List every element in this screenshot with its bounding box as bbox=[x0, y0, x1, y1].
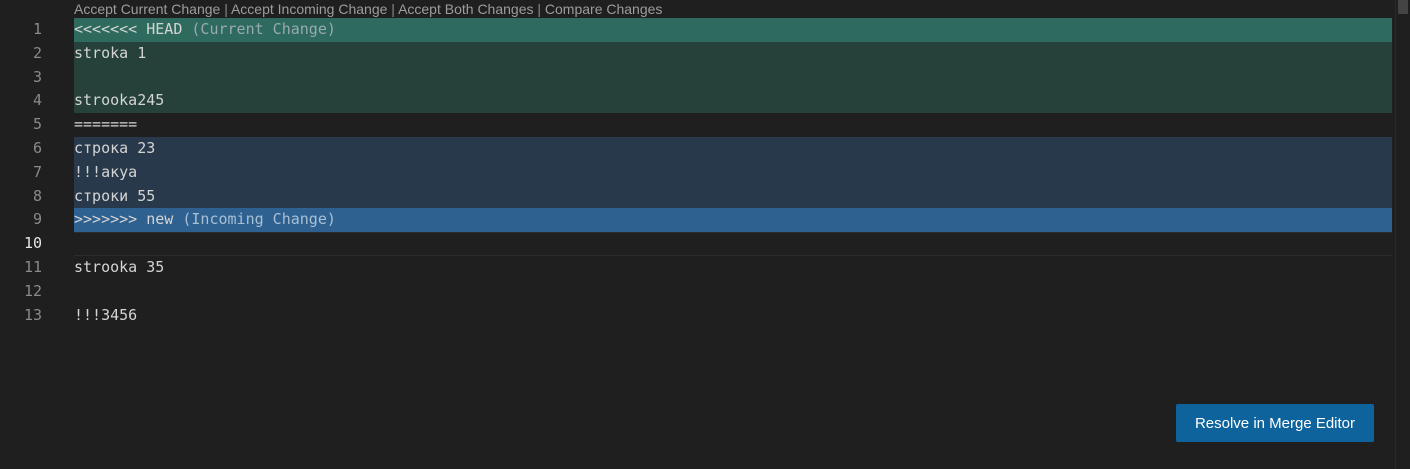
incoming-change-annotation: (Incoming Change) bbox=[173, 210, 336, 229]
line-number: 13 bbox=[23, 305, 42, 324]
line-number: 12 bbox=[23, 281, 42, 300]
codelens-separator: | bbox=[533, 1, 545, 17]
line-number: 4 bbox=[32, 91, 42, 110]
line-text: !!!акуа bbox=[74, 160, 1392, 185]
line-text bbox=[74, 280, 1392, 304]
resolve-in-merge-editor-button[interactable]: Resolve in Merge Editor bbox=[1176, 404, 1374, 442]
code-line[interactable]: 9 >>>>>>> new (Incoming Change) bbox=[0, 208, 1392, 233]
line-number: 7 bbox=[32, 162, 42, 181]
line-text: stroka 1 bbox=[74, 41, 1392, 66]
line-number: 5 bbox=[32, 115, 42, 134]
line-number: 2 bbox=[32, 43, 42, 62]
line-text: строки 55 bbox=[74, 184, 1392, 209]
compare-changes-action[interactable]: Compare Changes bbox=[545, 1, 663, 17]
code-line[interactable]: 13 !!!3456 bbox=[0, 304, 1392, 328]
line-number: 1 bbox=[32, 20, 42, 38]
current-change-header: <<<<<<< HEAD (Current Change) bbox=[74, 18, 1392, 42]
code-line[interactable]: 12 bbox=[0, 280, 1392, 304]
line-number: 6 bbox=[32, 139, 42, 157]
accept-both-changes-action[interactable]: Accept Both Changes bbox=[398, 1, 533, 17]
line-number: 10 bbox=[23, 234, 42, 253]
merge-conflict-codelens: Accept Current Change | Accept Incoming … bbox=[74, 0, 662, 18]
line-text: strooka 35 bbox=[74, 258, 165, 276]
scrollbar-thumb[interactable] bbox=[1398, 0, 1408, 14]
line-number: 9 bbox=[32, 210, 42, 229]
incoming-change-header: >>>>>>> new (Incoming Change) bbox=[74, 208, 1392, 233]
line-text bbox=[74, 65, 1392, 90]
line-text bbox=[74, 232, 1392, 256]
code-line[interactable]: 8 строки 55 bbox=[0, 184, 1392, 209]
line-text: строка 23 bbox=[74, 137, 1392, 161]
code-line[interactable]: 3 bbox=[0, 65, 1392, 90]
code-line[interactable]: 6 строка 23 bbox=[0, 137, 1392, 161]
code-line[interactable]: 11 strooka 35 bbox=[0, 256, 1392, 280]
code-line[interactable]: 4 strooka245 bbox=[0, 89, 1392, 114]
code-line[interactable]: 1 <<<<<<< HEAD (Current Change) bbox=[0, 18, 1392, 42]
code-line[interactable]: 7 !!!акуа bbox=[0, 160, 1392, 185]
codelens-separator: | bbox=[387, 1, 399, 17]
code-editor[interactable]: Accept Current Change | Accept Incoming … bbox=[0, 0, 1410, 469]
conflict-separator: ======= bbox=[74, 115, 138, 134]
line-number: 3 bbox=[32, 67, 42, 86]
line-text: !!!3456 bbox=[74, 305, 138, 324]
codelens-separator: | bbox=[220, 1, 231, 17]
code-line[interactable]: 2 stroka 1 bbox=[0, 41, 1392, 66]
accept-incoming-change-action[interactable]: Accept Incoming Change bbox=[231, 1, 387, 17]
code-line-active[interactable]: 10 bbox=[0, 232, 1392, 256]
line-number: 8 bbox=[32, 186, 42, 205]
code-line[interactable]: 5 ======= bbox=[0, 113, 1392, 137]
accept-current-change-action[interactable]: Accept Current Change bbox=[74, 1, 220, 17]
vertical-scrollbar[interactable] bbox=[1395, 0, 1410, 469]
conflict-marker-text: <<<<<<< HEAD bbox=[74, 20, 183, 38]
line-text: strooka245 bbox=[74, 89, 1392, 114]
line-number: 11 bbox=[23, 258, 42, 276]
conflict-marker-text: >>>>>>> new bbox=[74, 210, 174, 229]
current-change-annotation: (Current Change) bbox=[182, 20, 336, 38]
